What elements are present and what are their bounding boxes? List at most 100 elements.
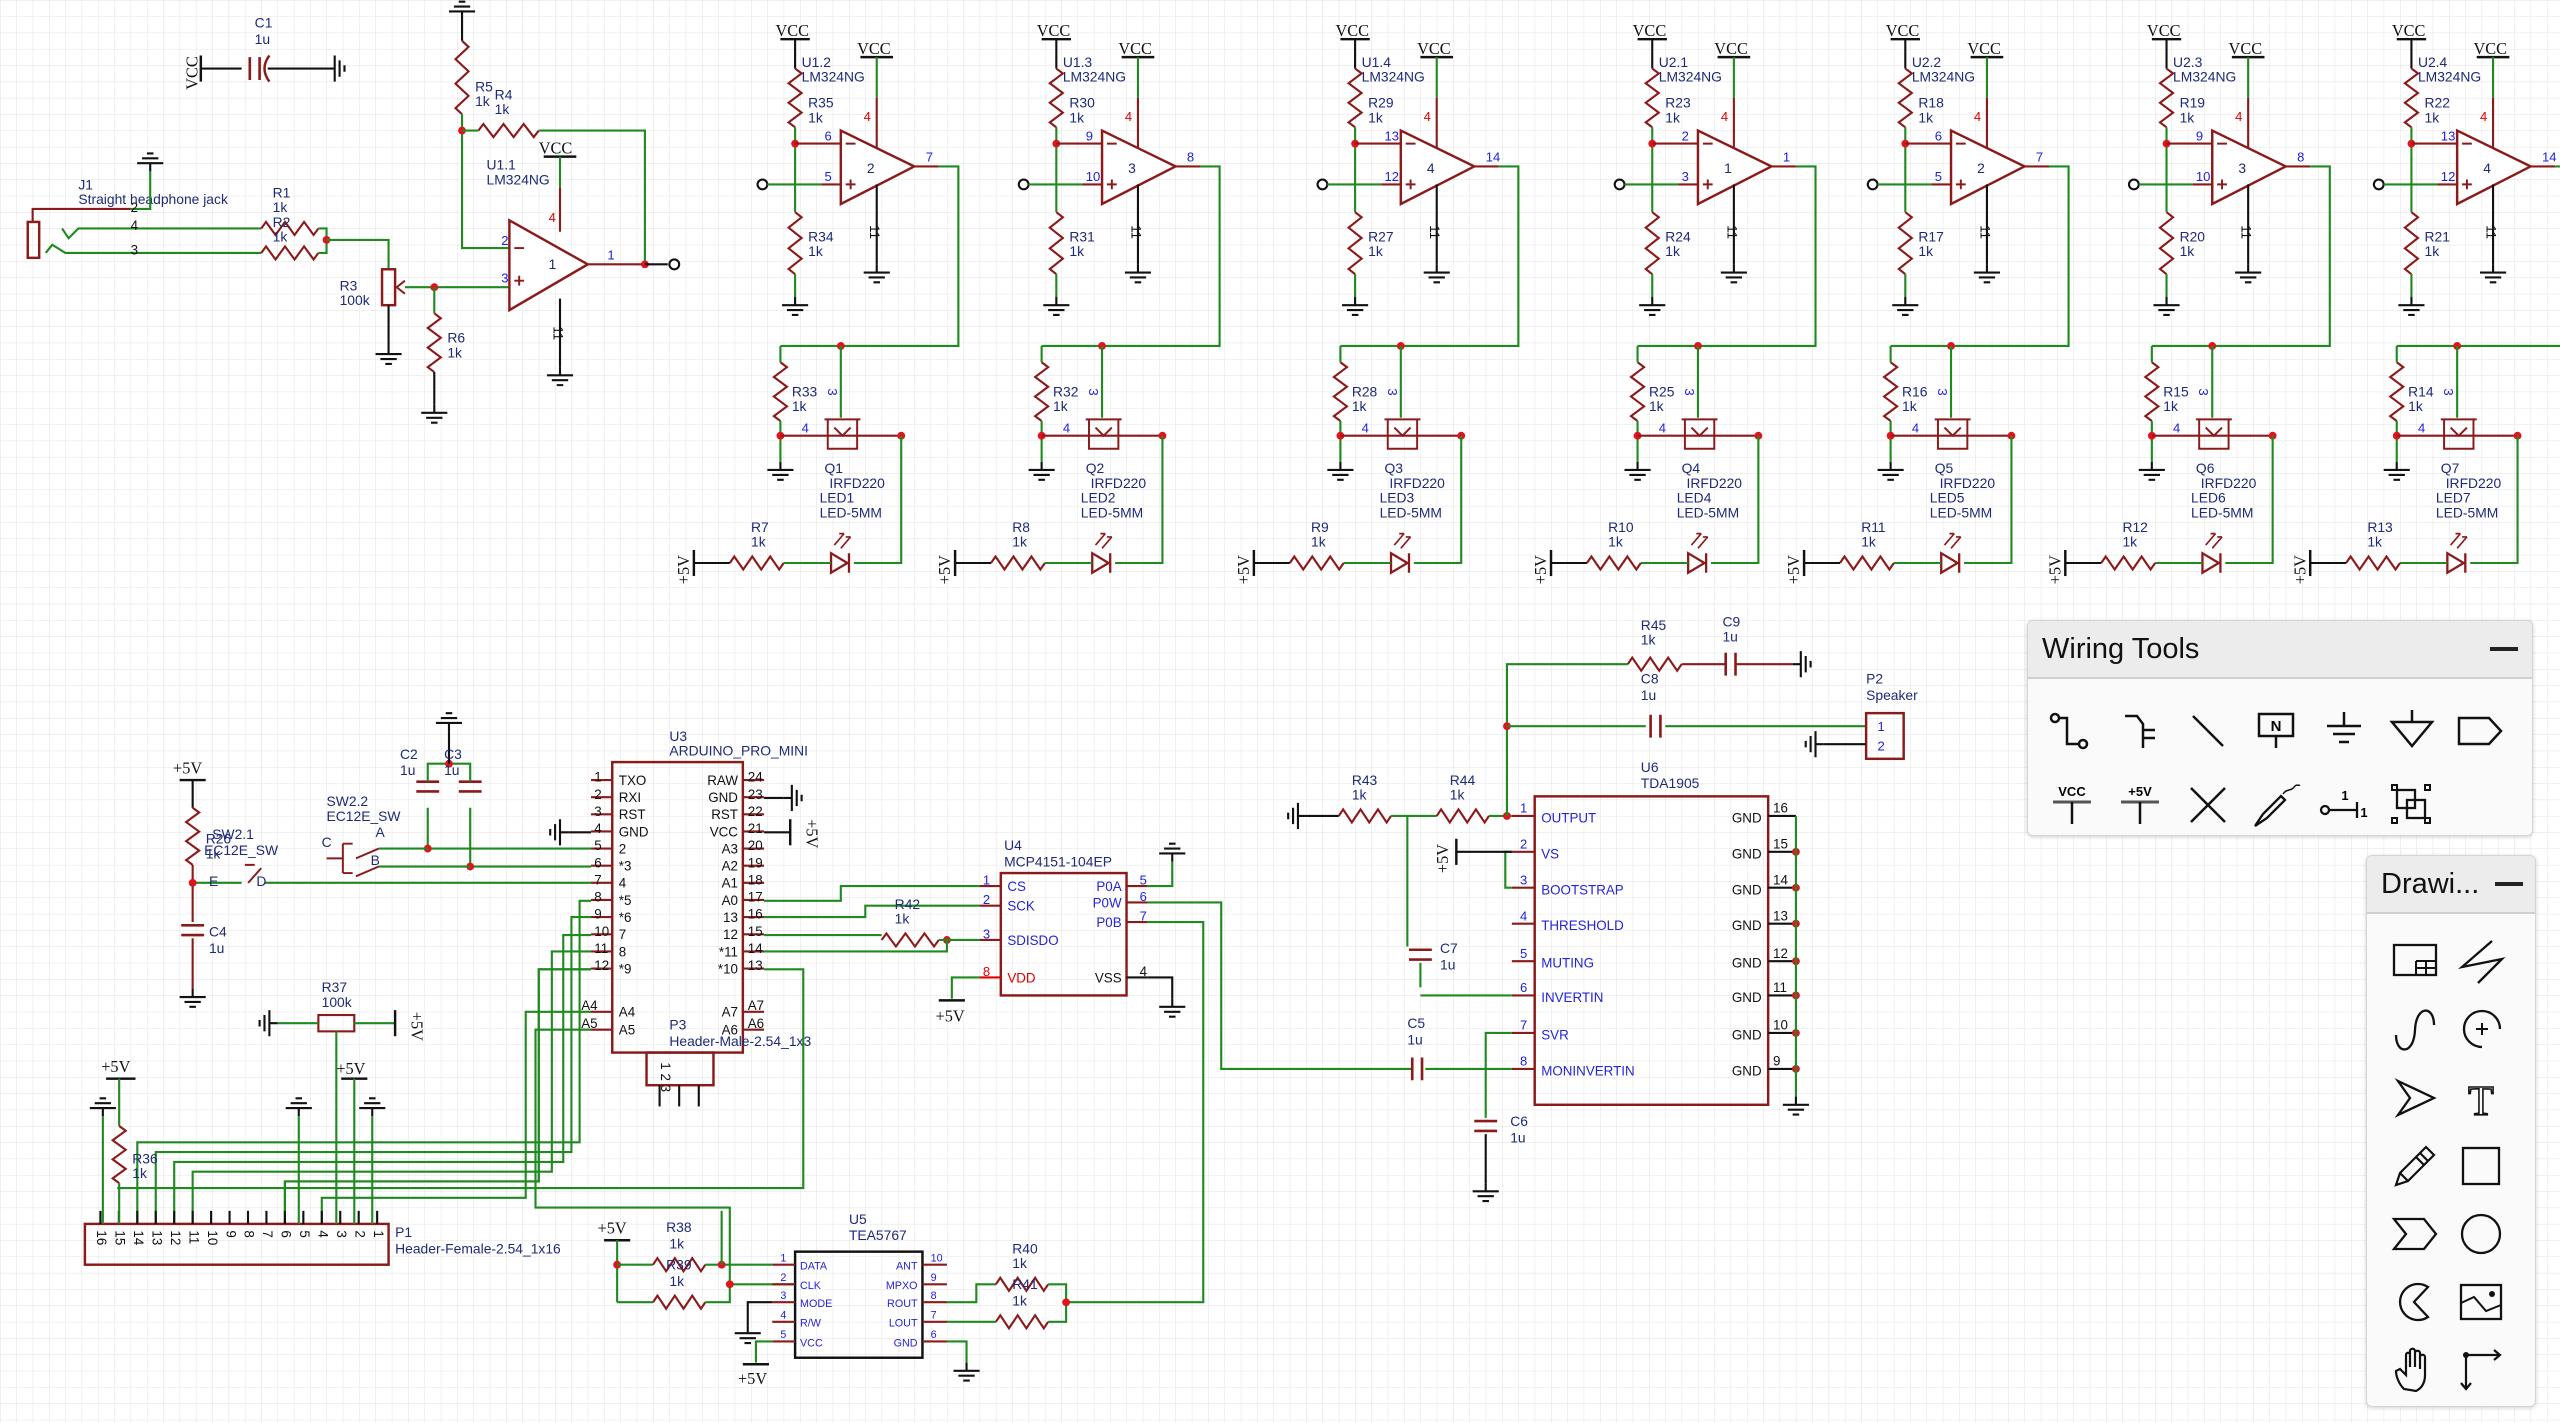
pin-name: MUTING: [1541, 956, 1594, 971]
arrowhead-tool-button[interactable]: [2387, 1072, 2443, 1124]
unit-part: LM324NG: [2173, 69, 2236, 85]
pin-tool-button[interactable]: 11: [2316, 779, 2372, 831]
net-label-tool-button[interactable]: N: [2248, 705, 2304, 757]
probe-tool-button[interactable]: [2248, 779, 2304, 831]
net-port: [1316, 178, 1329, 191]
polygon-tool-button[interactable]: [2387, 1208, 2443, 1260]
freehand-tool-button[interactable]: [2387, 1140, 2443, 1192]
bus-entry-tool-button[interactable]: [2180, 705, 2236, 757]
bezier-tool-button[interactable]: [2387, 1004, 2443, 1056]
text-icon: T: [2467, 1078, 2494, 1123]
pin-name: OUTPUT: [1541, 810, 1596, 825]
canvas-origin-icon: [2460, 1349, 2502, 1391]
text-tool-button[interactable]: T: [2453, 1072, 2509, 1124]
transistor-part: IRFD220: [2446, 475, 2502, 491]
pin-number: 18: [748, 872, 763, 887]
label: R3: [340, 277, 358, 293]
power-pin-number: 11: [1724, 225, 1739, 239]
label: 2: [780, 1272, 786, 1284]
pie-tool-button[interactable]: [2387, 1276, 2443, 1328]
unit-ref: U2.2: [1912, 54, 1942, 70]
label: Straight headphone jack: [78, 191, 228, 207]
label: R4: [495, 87, 513, 103]
drawing-tools-title: Drawi...: [2381, 867, 2480, 900]
label: R44: [1450, 772, 1476, 788]
label: CS: [1007, 879, 1026, 894]
net-flag-gnd-tool-button[interactable]: [2384, 705, 2440, 757]
label: U1.1: [487, 157, 517, 173]
ground-tool-button[interactable]: [2316, 705, 2372, 757]
wiring-tools-header[interactable]: Wiring Tools: [2028, 621, 2532, 679]
vcc-flag: VCC: [2147, 21, 2181, 40]
polyline-tool-button[interactable]: [2453, 936, 2509, 988]
arc-tool-button[interactable]: [2453, 1004, 2509, 1056]
label: U6: [1641, 759, 1659, 775]
minus-icon[interactable]: [2495, 882, 2523, 886]
bus-icon: [2125, 714, 2155, 748]
vcc-flag: VCC: [2229, 39, 2263, 58]
plus5v-flag-tool-button[interactable]: +5V: [2112, 779, 2168, 831]
label: 11: [550, 326, 565, 340]
led-ref: LED3: [1380, 490, 1415, 506]
pin-name: MONINVERTIN: [1541, 1063, 1634, 1078]
rectangle-tool-button[interactable]: [2453, 1140, 2509, 1192]
vcc-flag-tool-button[interactable]: VCC: [2044, 779, 2100, 831]
frame-icon: [2392, 943, 2438, 977]
unit-ref: U1.4: [1362, 54, 1392, 70]
pin-name: RAW: [707, 773, 738, 788]
pin-number: 6: [824, 128, 831, 143]
drawing-tools-panel: Drawi... T: [2366, 855, 2536, 1407]
frame-tool-button[interactable]: [2387, 936, 2443, 988]
resistor-value: 1k: [808, 243, 823, 259]
pin-name: TXO: [619, 773, 647, 788]
label: 1k: [273, 229, 288, 245]
pin-number: 12: [2441, 169, 2456, 184]
minus-icon[interactable]: [2490, 647, 2518, 651]
rectangle-icon: [2461, 1146, 2501, 1186]
wire-tool-button[interactable]: [2044, 705, 2100, 757]
pin-name: RST: [619, 807, 646, 822]
led-ref: LED6: [2191, 490, 2226, 506]
circle-tool-button[interactable]: [2453, 1208, 2509, 1260]
resistor-value: 1k: [2424, 243, 2439, 259]
resistor-value: 1k: [1069, 109, 1084, 125]
no-connect-tool-button[interactable]: [2180, 779, 2236, 831]
pin-number: 4: [2418, 420, 2425, 435]
led-part: LED-5MM: [1081, 504, 1143, 520]
resistor-ref: R8: [1012, 519, 1030, 535]
pin-number: 13: [2441, 128, 2456, 143]
plus5v-flag: +5V: [1234, 555, 1253, 584]
label: 12: [1773, 946, 1788, 961]
label: 1k: [669, 1273, 684, 1289]
label: 1u: [209, 940, 224, 956]
pin-number: 8: [1187, 150, 1194, 165]
label: P2: [1866, 671, 1883, 687]
pan-tool-button[interactable]: [2387, 1344, 2443, 1396]
unit-ref: U1.2: [802, 54, 832, 70]
net-port-tool-button[interactable]: [2452, 705, 2508, 757]
label: 6: [1520, 980, 1527, 995]
plus5v-flag: +5V: [2045, 555, 2064, 584]
label: SDISDO: [1007, 933, 1058, 948]
pin-number: 1: [371, 1230, 386, 1237]
canvas-origin-tool-button[interactable]: [2453, 1344, 2509, 1396]
image-tool-button[interactable]: [2453, 1276, 2509, 1328]
label: +5V: [1433, 844, 1452, 873]
net-port: [668, 258, 681, 271]
pin-number: 2: [1682, 128, 1689, 143]
pin-name: VCC: [710, 824, 739, 839]
freehand-icon: [2394, 1145, 2436, 1187]
pin-number: 23: [748, 787, 763, 802]
bus-tool-button[interactable]: [2112, 705, 2168, 757]
label: 1k: [895, 911, 910, 927]
transistor-part: IRFD220: [1940, 475, 1996, 491]
label: 1k: [1012, 1293, 1027, 1309]
group-tool-button[interactable]: [2384, 779, 2440, 831]
pin-number: 7: [594, 872, 601, 887]
led-ref: LED2: [1081, 490, 1116, 506]
resistor-ref: R32: [1053, 384, 1079, 400]
drawing-tools-header[interactable]: Drawi...: [2367, 856, 2535, 914]
resistor-value: 1k: [1311, 534, 1326, 550]
pin-name: GND: [1732, 956, 1762, 971]
svg-text:VCC: VCC: [2058, 784, 2086, 799]
